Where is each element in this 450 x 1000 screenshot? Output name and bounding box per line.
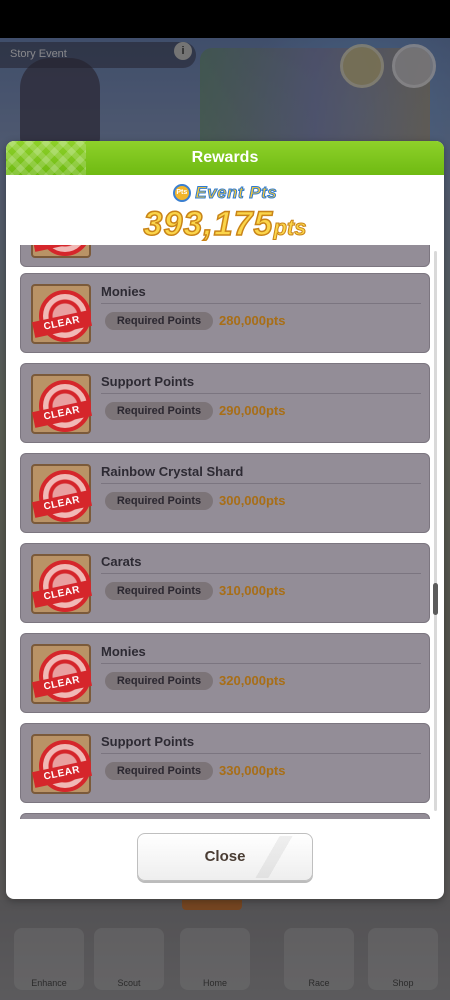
list-item: CLEAR — [20, 245, 430, 267]
required-points-label: Required Points — [105, 762, 213, 780]
close-button[interactable]: Close — [137, 833, 313, 881]
reward-icon: CLEAR — [31, 374, 93, 434]
required-points-value: 300,000pts — [219, 493, 286, 508]
dialog-header: Rewards — [6, 141, 444, 175]
reward-icon: CLEAR — [31, 554, 93, 614]
divider — [101, 303, 421, 304]
divider — [101, 663, 421, 664]
required-points-value: 330,000pts — [219, 763, 286, 778]
status-bar — [0, 0, 450, 38]
reward-name: Support Points — [101, 734, 195, 749]
scrollbar-thumb[interactable] — [433, 583, 438, 615]
header-pattern — [6, 141, 86, 175]
event-pts-value: 393,175 — [143, 204, 274, 244]
reward-icon: CLEAR — [31, 245, 93, 258]
list-item — [20, 813, 430, 819]
button-shine — [254, 836, 294, 878]
reward-icon: CLEAR — [31, 284, 93, 344]
event-pts-label: Event Pts — [195, 183, 278, 203]
required-points-value: 280,000pts — [219, 313, 286, 328]
reward-name: Rainbow Crystal Shard — [101, 464, 244, 479]
rewards-list[interactable]: CLEAR CLEAR Monies Required Points 280,0… — [20, 245, 430, 819]
required-points-label: Required Points — [105, 582, 213, 600]
required-points-label: Required Points — [105, 312, 213, 330]
required-points-value: 320,000pts — [219, 673, 286, 688]
divider — [101, 573, 421, 574]
required-points-label: Required Points — [105, 672, 213, 690]
reward-name: Support Points — [101, 374, 195, 389]
divider — [101, 393, 421, 394]
reward-name: Monies — [101, 284, 146, 299]
event-pts-unit: pts — [273, 215, 307, 241]
required-points-label: Required Points — [105, 402, 213, 420]
required-points-value: 310,000pts — [219, 583, 286, 598]
required-points-value: 290,000pts — [219, 403, 286, 418]
list-item: CLEAR Support Points Required Points 330… — [20, 723, 430, 803]
required-points-label: Required Points — [105, 492, 213, 510]
reward-name: Monies — [101, 644, 146, 659]
list-item: CLEAR Support Points Required Points 290… — [20, 363, 430, 443]
reward-icon: CLEAR — [31, 734, 93, 794]
list-item: CLEAR Rainbow Crystal Shard Required Poi… — [20, 453, 430, 533]
reward-icon: CLEAR — [31, 464, 93, 524]
rewards-dialog: Rewards Pts Event Pts 393,175pts CLEAR C… — [6, 141, 444, 899]
list-item: CLEAR Monies Required Points 320,000pts — [20, 633, 430, 713]
divider — [101, 483, 421, 484]
scrollbar-track[interactable] — [434, 251, 437, 811]
event-points-value-row: 393,175pts — [6, 204, 444, 244]
reward-icon: CLEAR — [31, 644, 93, 704]
close-button-label: Close — [204, 848, 246, 865]
event-pts-icon: Pts — [172, 184, 191, 202]
event-points-display: Pts Event Pts 393,175pts — [6, 179, 444, 244]
divider — [101, 753, 421, 754]
event-points-label-row: Pts Event Pts — [6, 183, 444, 203]
list-item: CLEAR Carats Required Points 310,000pts — [20, 543, 430, 623]
dialog-title: Rewards — [191, 149, 259, 166]
reward-name: Carats — [101, 554, 142, 569]
list-item: CLEAR Monies Required Points 280,000pts — [20, 273, 430, 353]
